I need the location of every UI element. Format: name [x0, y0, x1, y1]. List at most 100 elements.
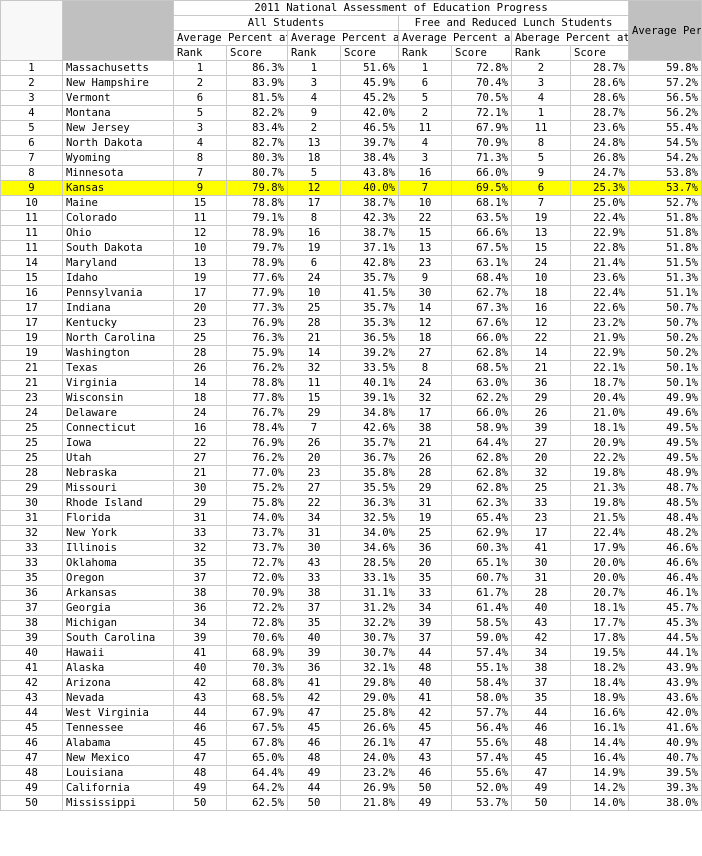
- all-basic-score-cell: 68.8%: [226, 675, 288, 691]
- frl-basic-header: Average Percent at Basic: [398, 30, 512, 46]
- frl-basic-score-cell: 66.0%: [451, 330, 512, 346]
- state-name-cell: Virginia: [62, 375, 174, 391]
- table-row: 21 Virginia 14 78.8% 11 40.1% 24 63.0% 36 18.7% 50…: [0, 375, 702, 391]
- all-prof-score-cell: 21.8%: [340, 795, 399, 811]
- overall-rank-cell: 44: [0, 705, 63, 721]
- frl-prof-score-cell: 22.4%: [569, 210, 630, 226]
- frl-prof-score-cell: 22.9%: [569, 345, 630, 361]
- all-prof-rank-cell: 13: [287, 135, 341, 151]
- frl-basic-score-cell: 67.5%: [451, 240, 512, 256]
- overall-rank-cell: 45: [0, 720, 63, 736]
- all-basic-rank-cell: 4: [173, 135, 227, 151]
- all-prof-score-cell: 28.5%: [340, 555, 399, 571]
- overall-rank-cell: 10: [0, 195, 63, 211]
- all-prof-score-cell: 35.5%: [340, 480, 399, 496]
- frl-basic-score-cell: 55.6%: [451, 735, 512, 751]
- overall-rank-cell: 38: [0, 615, 63, 631]
- table-row: 44 West Virginia 44 67.9% 47 25.8% 42 57.7% 44 16…: [0, 705, 702, 721]
- frl-basic-score-cell: 63.1%: [451, 255, 512, 271]
- all-prof-score-cell: 45.9%: [340, 75, 399, 91]
- all-basic-rank-cell: 28: [173, 345, 227, 361]
- frl-prof-score-cell: 20.0%: [569, 570, 630, 586]
- frl-prof-rank-cell: 8: [511, 135, 571, 151]
- frl-prof-rank-cell: 31: [511, 570, 571, 586]
- frl-basic-score-cell: 62.3%: [451, 495, 512, 511]
- all-basic-rank-cell: 31: [173, 510, 227, 526]
- state-name-cell: Vermont: [62, 90, 174, 106]
- table-row: 49 California 49 64.2% 44 26.9% 50 52.0% 49 14.2%…: [0, 780, 702, 796]
- all-basic-score-cell: 77.9%: [226, 285, 288, 301]
- all-prof-score-cell: 51.6%: [340, 60, 399, 76]
- frl-prof-rank-cell: 29: [511, 390, 571, 406]
- all-basic-score-cell: 77.8%: [226, 390, 288, 406]
- all-prof-rank-cell: 24: [287, 270, 341, 286]
- state-name-cell: Pennsylvania: [62, 285, 174, 301]
- frl-prof-rank-cell: 45: [511, 750, 571, 766]
- all-basic-rank-cell: 7: [173, 165, 227, 181]
- all-basic-rank-cell: 8: [173, 150, 227, 166]
- frl-prof-rank-cell: 5: [511, 150, 571, 166]
- state-name-cell: Connecticut: [62, 420, 174, 436]
- frl-prof-score-cell: 18.7%: [569, 375, 630, 391]
- state-name-cell: New York: [62, 525, 174, 541]
- frl-prof-score-cell: 19.8%: [569, 465, 630, 481]
- frl-prof-rank-cell: 33: [511, 495, 571, 511]
- frl-basic-score-cell: 60.3%: [451, 540, 512, 556]
- table-row: 25 Utah 27 76.2% 20 36.7% 26 62.8% 20 22.2% 49.5%: [0, 450, 702, 466]
- all-prof-score-cell: 30.7%: [340, 630, 399, 646]
- all-prof-rank-cell: 1: [287, 60, 341, 76]
- all-prof-score-cell: 25.8%: [340, 705, 399, 721]
- all-basic-rank-cell: 35: [173, 555, 227, 571]
- all-basic-score-cell: 72.0%: [226, 570, 288, 586]
- all-basic-rank-cell: 14: [173, 375, 227, 391]
- table-row: 30 Rhode Island 29 75.8% 22 36.3% 31 62.3% 33 19.…: [0, 495, 702, 511]
- frl-basic-rank-cell: 45: [398, 720, 452, 736]
- avg-benchmark-cell: 45.7%: [628, 600, 702, 616]
- frl-prof-score-cell: 20.4%: [569, 390, 630, 406]
- all-basic-rank-cell: 40: [173, 660, 227, 676]
- all-basic-score-cell: 67.8%: [226, 735, 288, 751]
- avg-benchmark-cell: 54.5%: [628, 135, 702, 151]
- all-prof-score-cell: 45.2%: [340, 90, 399, 106]
- overall-rank-cell: 15: [0, 270, 63, 286]
- overall-rank-cell: 28: [0, 465, 63, 481]
- table-row: 37 Georgia 36 72.2% 37 31.2% 34 61.4% 40 18.1% 45.…: [0, 600, 702, 616]
- avg-benchmark-cell: 50.2%: [628, 330, 702, 346]
- frl-basic-rank-cell: 35: [398, 570, 452, 586]
- avg-benchmark-cell: 40.9%: [628, 735, 702, 751]
- all-basic-rank-cell: 6: [173, 90, 227, 106]
- all-basic-score-cell: 72.8%: [226, 615, 288, 631]
- overall-rank-cell: 8: [0, 165, 63, 181]
- frl-basic-score-cell: 62.2%: [451, 390, 512, 406]
- frl-prof-rank-cell: 38: [511, 660, 571, 676]
- table-row: 17 Kentucky 23 76.9% 28 35.3% 12 67.6% 12 23.2% 50…: [0, 315, 702, 331]
- state-name-cell: South Dakota: [62, 240, 174, 256]
- all-prof-rank-cell: 41: [287, 675, 341, 691]
- all-basic-score-cell: 64.4%: [226, 765, 288, 781]
- avg-benchmark-cell: 45.3%: [628, 615, 702, 631]
- frl-prof-score-cell: 21.3%: [569, 480, 630, 496]
- all-basic-score-cell: 67.5%: [226, 720, 288, 736]
- avg-benchmark-cell: 50.7%: [628, 300, 702, 316]
- state-name-cell: Montana: [62, 105, 174, 121]
- state-name-cell: Kansas: [62, 180, 174, 196]
- all-prof-rank-cell: 45: [287, 720, 341, 736]
- frl-prof-rank-cell: 34: [511, 645, 571, 661]
- frl-basic-score-cell: 72.8%: [451, 60, 512, 76]
- avg-benchmark-cell: 49.5%: [628, 420, 702, 436]
- frl-basic-score-cell: 63.0%: [451, 375, 512, 391]
- all-prof-rank-cell: 19: [287, 240, 341, 256]
- frl-prof-score-cell: 23.2%: [569, 315, 630, 331]
- all-prof-score-cell: 38.7%: [340, 225, 399, 241]
- state-name-cell: Indiana: [62, 300, 174, 316]
- frl-prof-rank-cell: 17: [511, 525, 571, 541]
- overall-rank-cell: 40: [0, 645, 63, 661]
- all-basic-rank-cell: 9: [173, 180, 227, 196]
- table-row: 50 Mississippi 50 62.5% 50 21.8% 49 53.7% 50 14.0…: [0, 795, 702, 811]
- corner-cell: [0, 0, 63, 61]
- all-basic-score-cell: 76.2%: [226, 360, 288, 376]
- table-row: 7 Wyoming 8 80.3% 18 38.4% 3 71.3% 5 26.8% 54.2%: [0, 150, 702, 166]
- frl-basic-score-cell: 67.6%: [451, 315, 512, 331]
- table-row: 24 Delaware 24 76.7% 29 34.8% 17 66.0% 26 21.0% 49…: [0, 405, 702, 421]
- all-basic-score-cell: 76.3%: [226, 330, 288, 346]
